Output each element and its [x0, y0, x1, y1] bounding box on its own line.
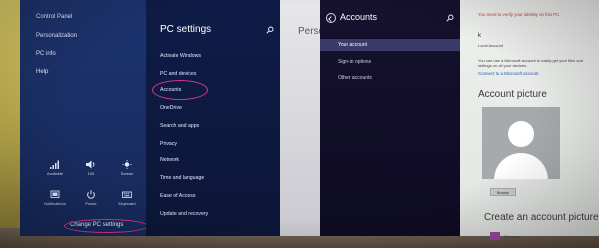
- avatar: [482, 107, 560, 179]
- accounts-item-sign-in-options[interactable]: Sign-in options: [320, 56, 460, 68]
- quick-tile-label: Notifications: [44, 201, 66, 206]
- pc-settings-item-time-and-language[interactable]: Time and language: [160, 175, 204, 181]
- avatar-head-shape: [508, 121, 534, 147]
- quick-tile-label: Keyboard: [118, 201, 136, 206]
- charm-item-help[interactable]: Help: [36, 69, 48, 75]
- verify-identity-notice[interactable]: You need to verify your identity on this…: [478, 12, 561, 17]
- keyboard-icon: [122, 191, 132, 198]
- speaker-volume-icon: [86, 160, 95, 169]
- accounts-item-other-accounts[interactable]: Other accounts: [320, 72, 460, 84]
- accounts-nav-panel: Accounts Your account Sign-in options Ot…: [320, 0, 460, 236]
- quick-tile-network[interactable]: Available: [40, 160, 70, 182]
- quick-tile-screen[interactable]: Screen: [112, 160, 142, 182]
- quick-tile-keyboard[interactable]: Keyboard: [112, 190, 142, 212]
- pc-settings-item-privacy[interactable]: Privacy: [160, 141, 177, 147]
- back-arrow-icon[interactable]: [326, 13, 336, 23]
- quick-tile-label: Available: [46, 171, 64, 176]
- highlight-circle-change-pc-settings: [64, 219, 148, 233]
- personalize-panel: Perso: [280, 0, 324, 236]
- pc-settings-item-update-and-recovery[interactable]: Update and recovery: [160, 211, 208, 217]
- highlight-circle-accounts: [152, 80, 208, 100]
- settings-charm-panel: Control Panel Personalization PC info He…: [20, 0, 146, 236]
- pc-settings-panel: PC settings Activate Windows PC and devi…: [146, 0, 280, 236]
- quick-tile-power[interactable]: Power: [76, 190, 106, 212]
- quick-settings-grid: Available 100 Screen Notifications Power…: [40, 160, 144, 210]
- accounts-title: Accounts: [340, 12, 378, 22]
- notifications-icon: [50, 190, 60, 198]
- pc-settings-item-search-and-apps[interactable]: Search and apps: [160, 123, 199, 129]
- pc-settings-item-pc-and-devices[interactable]: PC and devices: [160, 71, 196, 77]
- accounts-item-your-account[interactable]: Your account: [320, 39, 460, 51]
- quick-tile-label: 100: [87, 171, 95, 176]
- pc-settings-item-activate-windows[interactable]: Activate Windows: [160, 53, 201, 59]
- wifi-signal-icon: [50, 160, 59, 169]
- connect-microsoft-account-link[interactable]: Connect to a Microsoft account: [478, 71, 539, 76]
- avatar-body-shape: [494, 153, 548, 179]
- power-icon: [87, 190, 95, 199]
- camera-label[interactable]: Camera: [504, 234, 518, 239]
- camera-icon[interactable]: [490, 232, 500, 240]
- charm-item-pc-info[interactable]: PC info: [36, 51, 56, 57]
- browse-button[interactable]: Browse: [490, 188, 516, 196]
- charm-item-control-panel[interactable]: Control Panel: [36, 14, 72, 20]
- pc-settings-item-onedrive[interactable]: OneDrive: [160, 105, 182, 111]
- charm-item-personalization[interactable]: Personalization: [36, 33, 77, 39]
- pc-settings-item-network[interactable]: Network: [160, 157, 179, 163]
- create-account-picture-heading: Create an account picture: [484, 212, 599, 223]
- quick-tile-notifications[interactable]: Notifications: [40, 190, 70, 212]
- account-content-panel: You need to verify your identity on this…: [460, 0, 599, 240]
- quick-tile-label: Screen: [120, 171, 134, 176]
- account-type: Local Account: [478, 43, 503, 48]
- account-user-name: k: [478, 33, 481, 39]
- account-picture-heading: Account picture: [478, 89, 547, 100]
- pc-settings-item-ease-of-access[interactable]: Ease of Access: [160, 193, 195, 199]
- search-icon[interactable]: [266, 26, 274, 34]
- pc-settings-title: PC settings: [160, 24, 212, 35]
- search-icon[interactable]: [446, 14, 454, 22]
- brightness-icon: [122, 160, 132, 169]
- quick-tile-volume[interactable]: 100: [76, 160, 106, 182]
- account-description: You can use a Microsoft account to easil…: [478, 58, 584, 69]
- quick-tile-label: Power: [85, 201, 97, 206]
